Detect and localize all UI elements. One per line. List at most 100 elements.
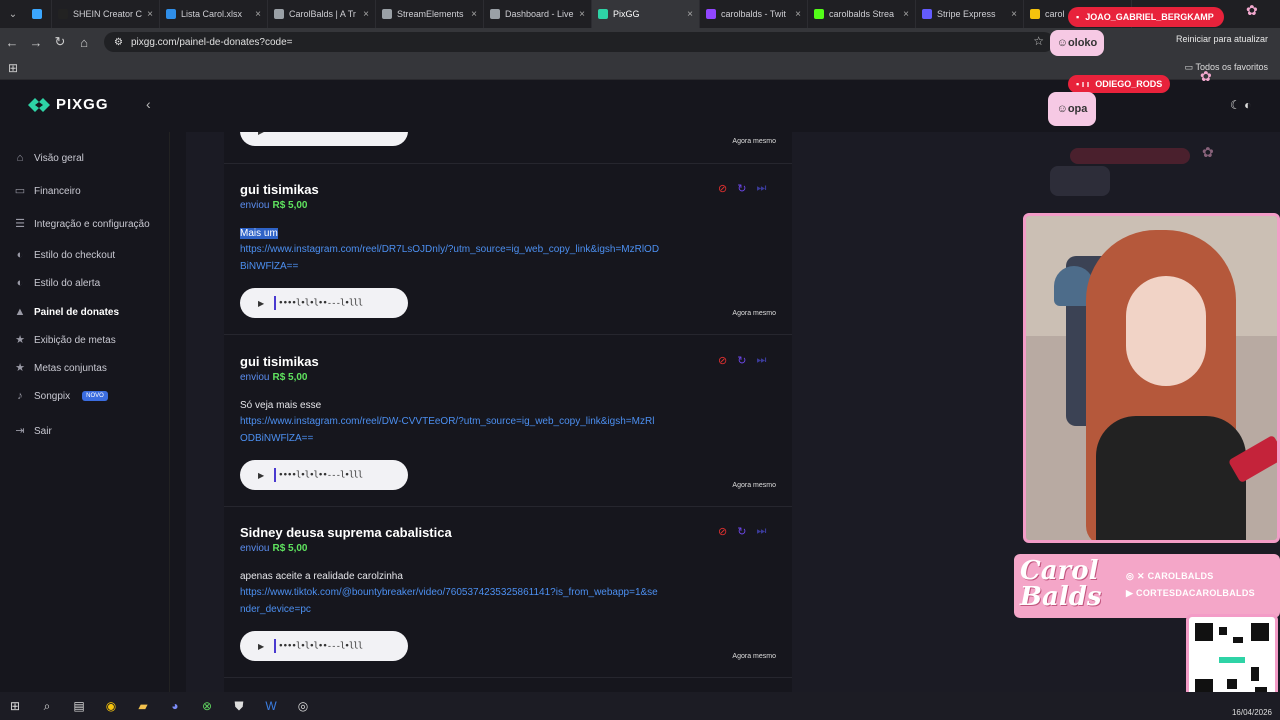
chrome-icon[interactable]: ◉ [102, 697, 120, 715]
search-icon[interactable]: ⌕ [38, 697, 56, 715]
tab-title: Lista Carol.xlsx [181, 9, 243, 19]
replay-icon[interactable]: ↻ [737, 354, 746, 367]
tab-close-icon[interactable]: × [795, 9, 801, 20]
sidebar-item-estilo-do-checkout[interactable]: ◐ Estilo do checkout [14, 249, 116, 261]
browser-tab[interactable]: PixGG × [592, 0, 700, 28]
chat-username: ODIEGO_RODS [1095, 79, 1163, 89]
obs-icon[interactable]: ◎ [294, 697, 312, 715]
block-icon[interactable]: ⊘ [718, 182, 727, 195]
play-icon[interactable]: ▶ [258, 299, 264, 308]
audio-player[interactable]: ▶ [240, 132, 408, 146]
sidebar-item-integra-o-e-configura-o[interactable]: ☰ Integração e configuração [14, 218, 150, 230]
tab-favicon-icon [922, 9, 932, 19]
windows-start-icon[interactable]: ⊞ [6, 697, 24, 715]
browser-tab[interactable]: Dashboard - Live × [484, 0, 592, 28]
forward-icon[interactable]: → [24, 35, 48, 50]
donate-link[interactable]: https://www.instagram.com/reel/DW-CVVTEe… [240, 413, 660, 447]
donate-sent-line: enviou R$ 5,00 [240, 372, 308, 383]
donate-link[interactable]: https://www.tiktok.com/@bountybreaker/vi… [240, 584, 660, 618]
browser-tab[interactable]: carolbalds - Twit × [700, 0, 808, 28]
sidebar-item-exibi-o-de-metas[interactable]: ★ Exibição de metas [14, 334, 116, 346]
webcam-feed [1023, 213, 1280, 543]
donate-message: Mais um [240, 228, 278, 239]
audio-player[interactable]: ▶ ••••l•l•l••---l•lll [240, 460, 408, 490]
tab-close-icon[interactable]: × [687, 9, 693, 20]
file-explorer-icon[interactable]: ▰ [134, 697, 152, 715]
browser-tab[interactable] [26, 0, 52, 28]
sidebar-item-songpix[interactable]: ♪ Songpix NOVO [14, 390, 108, 402]
pixgg-logo[interactable]: PIXGG [28, 96, 109, 113]
sidebar-item-label: Metas conjuntas [34, 362, 107, 374]
play-icon[interactable]: ▶ [258, 642, 264, 651]
skip-icon[interactable]: ⏭ [756, 525, 766, 538]
audio-waveform[interactable]: ••••l•l•l••---l•lll [274, 639, 363, 653]
tab-close-icon[interactable]: × [363, 9, 369, 20]
chat-message-bubble: ☺ opa [1048, 92, 1096, 126]
word-icon[interactable]: W [262, 697, 280, 715]
faded-chat-badge [1070, 148, 1190, 164]
security-icon[interactable]: ⛊ [230, 697, 248, 715]
block-icon[interactable]: ⊘ [718, 525, 727, 538]
tab-close-icon[interactable]: × [579, 9, 585, 20]
browser-tab[interactable]: StreamElements × [376, 0, 484, 28]
tab-close-icon[interactable]: × [147, 9, 153, 20]
skip-icon[interactable]: ⏭ [756, 354, 766, 367]
palette-icon: ◐ [16, 249, 24, 261]
task-view-icon[interactable]: ▤ [70, 697, 88, 715]
audio-waveform[interactable]: ••••l•l•l••---l•lll [274, 468, 363, 482]
tab-close-icon[interactable]: × [471, 9, 477, 20]
donate-link[interactable]: https://www.instagram.com/reel/DR7LsOJDn… [240, 241, 660, 275]
bookmark-star-icon[interactable]: ☆ [1033, 34, 1044, 48]
browser-tab[interactable]: Stripe Express × [916, 0, 1024, 28]
faded-chat-bubble [1050, 166, 1110, 196]
tab-search-icon[interactable]: ⌄ [0, 0, 26, 28]
donate-amount: R$ 5,00 [272, 200, 308, 211]
block-icon[interactable]: ⊘ [718, 354, 727, 367]
browser-tab[interactable]: SHEIN Creator C × [52, 0, 160, 28]
sidebar-item-label: Songpix [34, 390, 71, 402]
replay-icon[interactable]: ↻ [737, 182, 746, 195]
sidebar-item-sair[interactable]: ⇥ Sair [14, 425, 51, 437]
discord-icon[interactable]: ◕ [166, 697, 184, 715]
new-badge: NOVO [82, 391, 108, 401]
pixgg-logo-icon [28, 97, 50, 112]
apps-grid-icon[interactable]: ⊞ [8, 61, 18, 75]
audio-player[interactable]: ▶ ••••l•l•l••---l•lll [240, 631, 408, 661]
tab-close-icon[interactable]: × [255, 9, 261, 20]
tab-close-icon[interactable]: × [1011, 9, 1017, 20]
sidebar-item-financeiro[interactable]: ▭ Financeiro [14, 185, 81, 197]
sidebar-item-painel-de-donates[interactable]: ▲ Painel de donates [14, 306, 119, 318]
chat-message-bubble: ☺ oloko [1050, 30, 1104, 56]
play-icon[interactable]: ▶ [258, 132, 264, 136]
sidebar-item-vis-o-geral[interactable]: ⌂ Visão geral [14, 152, 84, 164]
url-text: pixgg.com/painel-de-donates?code= [130, 36, 293, 48]
browser-tab[interactable]: carolbalds Strea × [808, 0, 916, 28]
home-icon[interactable]: ⌂ [72, 35, 96, 50]
donate-card-partial: ▶ Agora mesmo [224, 132, 792, 164]
collapse-sidebar-icon[interactable]: ‹ [146, 96, 151, 112]
site-settings-icon[interactable]: ⚙ [114, 37, 123, 48]
restart-button[interactable]: Reiniciar para atualizar [1176, 34, 1268, 44]
theme-toggle-icon[interactable]: ☾ ◐ [1230, 98, 1251, 112]
play-icon[interactable]: ▶ [258, 471, 264, 480]
donate-time: Agora mesmo [732, 653, 776, 660]
home-icon: ⌂ [16, 152, 24, 164]
browser-tab[interactable]: CarolBalds | A Tr × [268, 0, 376, 28]
back-icon[interactable]: ← [0, 35, 24, 50]
skip-icon[interactable]: ⏭ [756, 182, 766, 195]
replay-icon[interactable]: ↻ [737, 525, 746, 538]
xbox-icon[interactable]: ⊗ [198, 697, 216, 715]
all-favorites-link[interactable]: ▭ Todos os favoritos [1185, 62, 1268, 73]
social-handle: ▶ CORTESDACAROLBALDS [1126, 588, 1255, 598]
reload-icon[interactable]: ↻ [48, 34, 72, 50]
audio-waveform[interactable]: ••••l•l•l••---l•lll [274, 296, 363, 310]
browser-tab[interactable]: Lista Carol.xlsx × [160, 0, 268, 28]
star-icon: ★ [15, 362, 25, 374]
audio-player[interactable]: ▶ ••••l•l•l••---l•lll [240, 288, 408, 318]
tab-title: Dashboard - Live [505, 9, 574, 19]
url-field[interactable]: ⚙ pixgg.com/painel-de-donates?code= ☆ [104, 32, 1054, 52]
sidebar-item-metas-conjuntas[interactable]: ★ Metas conjuntas [14, 362, 107, 374]
sidebar-item-estilo-do-alerta[interactable]: ◐ Estilo do alerta [14, 277, 100, 289]
tab-close-icon[interactable]: × [903, 9, 909, 20]
tab-title: StreamElements [397, 9, 464, 19]
